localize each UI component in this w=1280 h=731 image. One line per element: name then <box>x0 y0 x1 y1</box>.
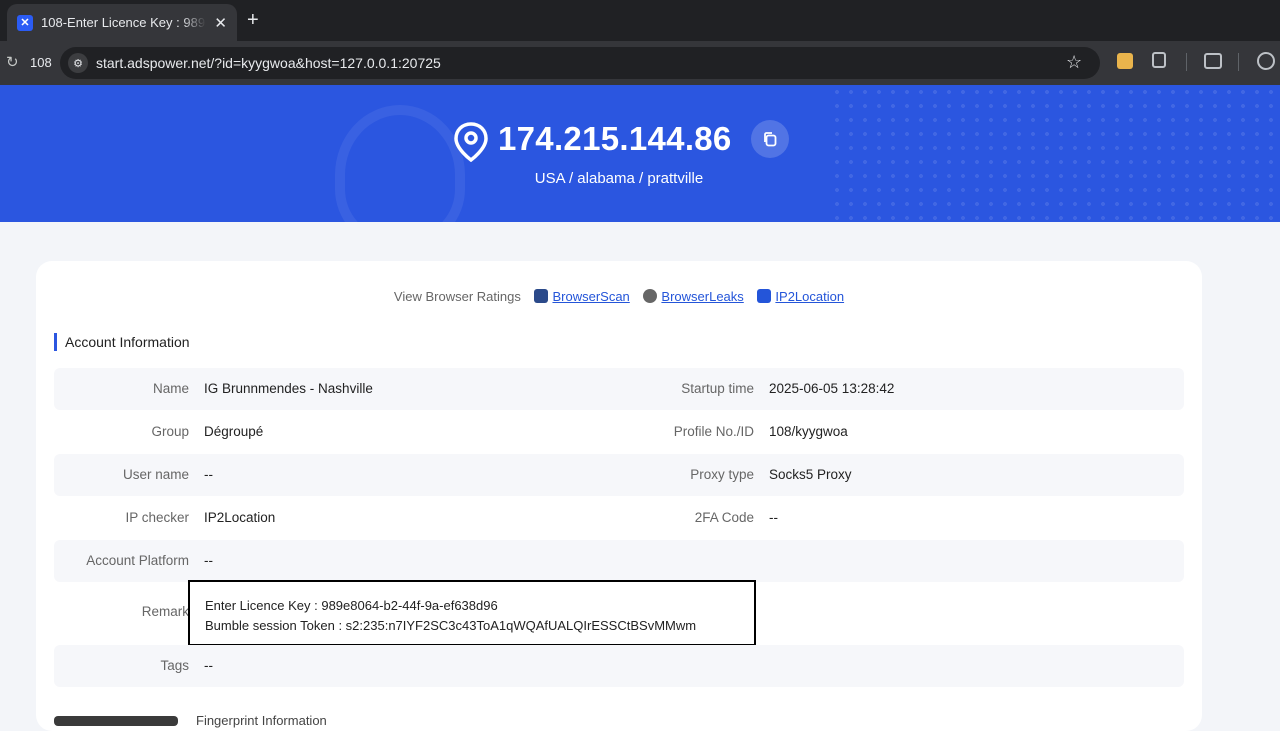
browserscan-link[interactable]: BrowserScan <box>552 289 629 304</box>
tab-bar: ✕ 108-Enter Licence Key : 989e ✕ + <box>0 0 1280 41</box>
section-title: Account Information <box>54 333 190 351</box>
info-row: Group Dégroupé Profile No./ID 108/kyygwo… <box>54 411 1184 453</box>
ip-location: USA / alabama / prattville <box>534 170 704 187</box>
remark-label: Remark <box>141 604 189 619</box>
proxy-type-label: Proxy type <box>690 467 754 482</box>
info-row: Tags -- <box>54 645 1184 687</box>
2fa-code-label: 2FA Code <box>694 510 754 525</box>
url-text[interactable]: start.adspower.net/?id=kyygwoa&host=127.… <box>96 55 441 71</box>
info-row: Account Platform -- <box>54 540 1184 582</box>
close-tab-icon[interactable]: ✕ <box>214 14 227 32</box>
tab-title: 108-Enter Licence Key : 989e <box>41 15 207 30</box>
info-row: User name -- Proxy type Socks5 Proxy <box>54 454 1184 496</box>
info-row: IP checker IP2Location 2FA Code -- <box>54 497 1184 539</box>
tags-label: Tags <box>160 658 189 673</box>
browserscan-icon <box>534 289 549 303</box>
account-card: View Browser Ratings BrowserScan Browser… <box>36 261 1202 731</box>
group-label: Group <box>151 424 189 439</box>
account-platform-label: Account Platform <box>86 553 189 568</box>
fingerprint-shield-icon <box>335 105 465 222</box>
decorative-dots <box>830 85 1280 222</box>
tab-count: 108 <box>30 55 52 70</box>
username-label: User name <box>122 467 189 482</box>
startup-time-value: 2025-06-05 13:28:42 <box>769 381 895 396</box>
tags-value: -- <box>204 658 213 673</box>
extensions-puzzle-icon[interactable] <box>1152 52 1166 68</box>
browserleaks-link[interactable]: BrowserLeaks <box>661 289 743 304</box>
profile-id-label: Profile No./ID <box>673 424 754 439</box>
ip2location-link[interactable]: IP2Location <box>775 289 844 304</box>
toolbar-divider <box>1186 53 1187 71</box>
adspower-favicon-icon: ✕ <box>17 14 33 31</box>
section-marker <box>54 716 178 726</box>
proxy-type-value: Socks5 Proxy <box>769 467 852 482</box>
reading-list-icon[interactable] <box>1204 53 1222 69</box>
account-platform-value: -- <box>204 553 213 568</box>
site-settings-icon[interactable]: ⚙ <box>68 53 88 73</box>
remark-session-token: Bumble session Token : s2:235:n7IYF2SC3c… <box>205 618 697 633</box>
remark-highlight-box: Enter Licence Key : 989e8064-b2-44f-9a-e… <box>188 580 756 646</box>
new-tab-icon[interactable]: + <box>247 9 259 32</box>
browserleaks-icon <box>643 289 658 303</box>
browser-toolbar: ↻ 108 ⚙ start.adspower.net/?id=kyygwoa&h… <box>0 41 1280 85</box>
ip-checker-label: IP checker <box>125 510 189 525</box>
info-row: Name IG Brunnmendes - Nashville Startup … <box>54 368 1184 410</box>
ip-checker-value: IP2Location <box>204 510 276 525</box>
2fa-code-value: -- <box>769 510 778 525</box>
ip2location-icon <box>757 289 772 303</box>
ratings-label: View Browser Ratings <box>393 289 521 304</box>
startup-time-label: Startup time <box>681 381 754 396</box>
name-value: IG Brunnmendes - Nashville <box>204 381 373 396</box>
profile-id-value: 108/kyygwoa <box>769 424 848 439</box>
copy-ip-button[interactable] <box>751 120 789 158</box>
profile-icon[interactable] <box>1257 52 1275 70</box>
browser-tab[interactable]: ✕ 108-Enter Licence Key : 989e ✕ <box>7 4 237 41</box>
location-pin-icon <box>454 122 488 162</box>
address-bar[interactable]: ⚙ start.adspower.net/?id=kyygwoa&host=12… <box>60 47 1100 79</box>
username-value: -- <box>204 467 213 482</box>
reload-icon[interactable]: ↻ <box>6 53 19 71</box>
name-label: Name <box>152 381 189 396</box>
remark-licence-key: Enter Licence Key : 989e8064-b2-44f-9a-e… <box>205 598 498 613</box>
ip-address: 174.215.144.86 <box>498 120 732 157</box>
toolbar-divider <box>1238 53 1239 71</box>
group-value: Dégroupé <box>204 424 264 439</box>
extension-icon[interactable] <box>1117 53 1133 69</box>
next-section-title: Fingerprint Information <box>196 713 327 728</box>
ip-hero-banner: 174.215.144.86 USA / alabama / prattvill… <box>0 85 1280 222</box>
browser-ratings: View Browser Ratings BrowserScan Browser… <box>36 289 1202 304</box>
bookmark-star-icon[interactable]: ☆ <box>1066 52 1082 73</box>
copy-icon <box>764 132 777 147</box>
